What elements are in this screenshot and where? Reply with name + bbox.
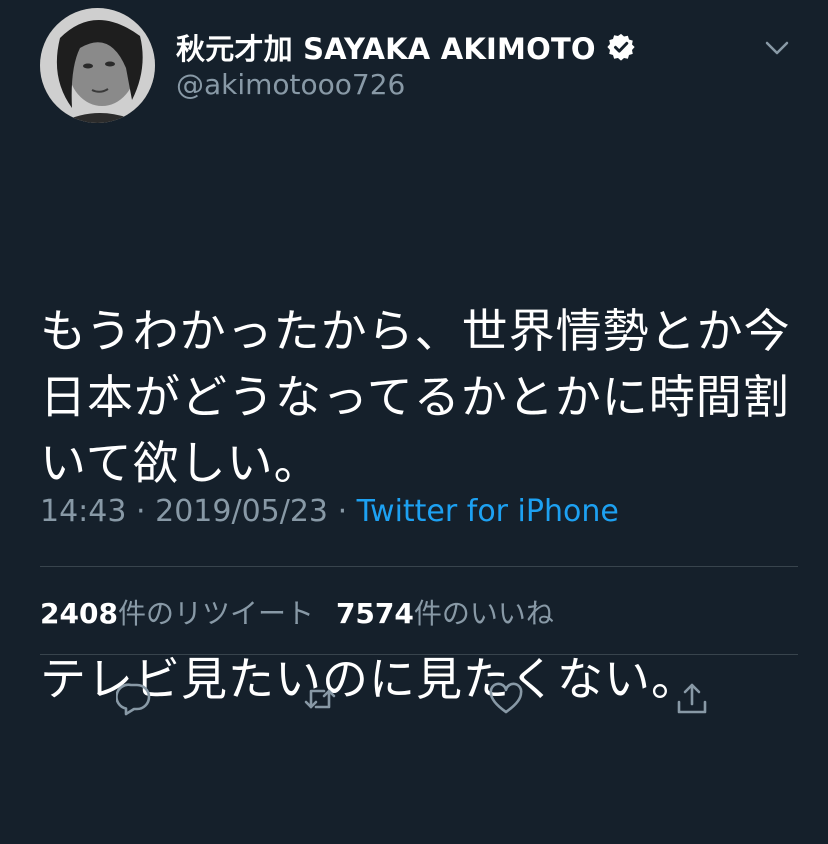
retweets-count: 2408 (40, 597, 118, 630)
tweet-source-link[interactable]: Twitter for iPhone (357, 494, 619, 529)
retweets-stat[interactable]: 2408件のリツイート (40, 592, 314, 632)
tweet-detail: 秋元才加 SAYAKA AKIMOTO @akimotooo726 もうわかった… (0, 0, 828, 746)
author-handle[interactable]: @akimotooo726 (176, 68, 405, 101)
author-name-row[interactable]: 秋元才加 SAYAKA AKIMOTO (176, 26, 636, 68)
avatar[interactable] (40, 8, 155, 123)
like-button[interactable] (479, 672, 533, 726)
tweet-metadata: 14:43 · 2019/05/23 · Twitter for iPhone (40, 494, 619, 529)
share-icon (677, 683, 707, 714)
avatar-photo (40, 8, 155, 123)
reply-icon (116, 683, 151, 716)
tweet-date: 2019/05/23 (155, 494, 329, 529)
retweet-icon (304, 689, 336, 709)
tweet-paragraph-1: もうわかったから、世界情勢とか今日本がどうなってるかとかに時間割いて欲しい。 (40, 304, 791, 490)
divider (40, 654, 798, 655)
likes-count: 7574 (335, 597, 414, 630)
heart-icon (489, 682, 523, 714)
reply-button[interactable] (107, 672, 161, 726)
likes-stat[interactable]: 7574件のいいね (336, 592, 554, 632)
tweet-time: 14:43 (40, 494, 127, 529)
author-display-name[interactable]: 秋元才加 SAYAKA AKIMOTO (176, 26, 596, 68)
verified-badge-icon (607, 33, 635, 61)
retweets-label: 件のリツイート (117, 597, 314, 630)
tweet-action-bar (0, 672, 828, 726)
meta-separator: · (136, 494, 146, 529)
likes-label: 件のいいね (413, 597, 554, 630)
chevron-down-icon (765, 41, 789, 55)
retweet-button[interactable] (293, 672, 347, 726)
more-options-button[interactable] (762, 36, 792, 60)
meta-separator: · (337, 494, 348, 529)
divider (40, 566, 798, 567)
share-button[interactable] (665, 672, 719, 726)
engagement-stats: 2408件のリツイート 7574件のいいね (40, 592, 554, 632)
